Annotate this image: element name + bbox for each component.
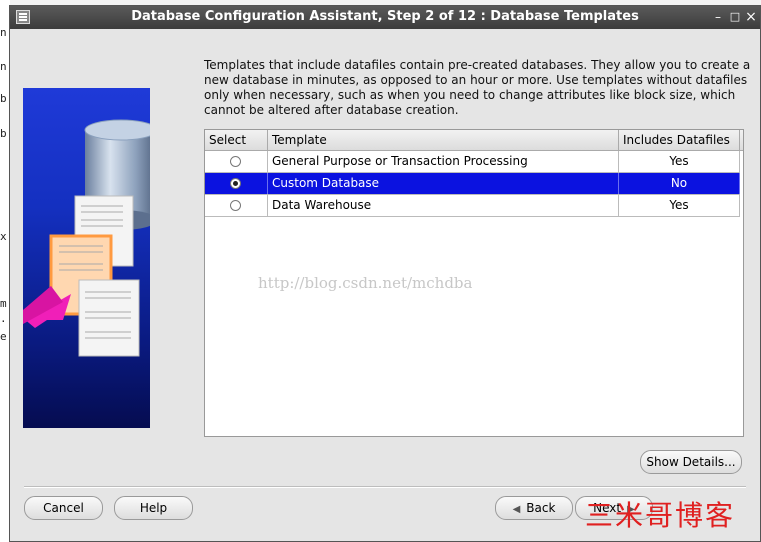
- description-line: Templates that include datafiles contain…: [204, 58, 751, 72]
- select-cell[interactable]: [205, 173, 268, 194]
- template-cell[interactable]: Data Warehouse: [268, 195, 619, 216]
- table-row[interactable]: Data Warehouse Yes: [205, 195, 740, 217]
- column-header-template[interactable]: Template: [268, 130, 619, 150]
- button-separator: [24, 486, 746, 488]
- back-button-label: Back: [526, 501, 556, 515]
- template-description: Templates that include datafiles contain…: [204, 58, 751, 118]
- terminal-char: .: [0, 312, 7, 325]
- minimize-button[interactable]: –: [710, 9, 726, 25]
- cancel-button[interactable]: Cancel: [24, 496, 103, 520]
- chevron-left-icon: ◀: [512, 504, 521, 515]
- description-line: new database in minutes, as opposed to a…: [204, 73, 748, 87]
- template-illustration: [23, 88, 150, 428]
- show-details-button[interactable]: Show Details...: [640, 450, 742, 474]
- table-header: Select Template Includes Datafiles: [205, 130, 743, 151]
- terminal-char: m: [0, 297, 7, 310]
- datafiles-cell[interactable]: Yes: [619, 195, 740, 216]
- dbca-window: Database Configuration Assistant, Step 2…: [9, 5, 761, 542]
- terminal-char: e: [0, 330, 7, 343]
- title-bar[interactable]: Database Configuration Assistant, Step 2…: [10, 6, 760, 29]
- terminal-char: b: [0, 92, 7, 105]
- column-header-select[interactable]: Select: [205, 130, 268, 150]
- datafiles-cell[interactable]: No: [619, 173, 740, 194]
- terminal-char: n: [0, 26, 7, 39]
- terminal-char: x: [0, 230, 7, 243]
- template-radio[interactable]: [230, 200, 241, 211]
- help-button[interactable]: Help: [114, 496, 193, 520]
- close-button[interactable]: ×: [743, 9, 759, 25]
- table-row[interactable]: General Purpose or Transaction Processin…: [205, 151, 740, 173]
- database-documents-icon: [23, 119, 150, 357]
- column-header-datafiles[interactable]: Includes Datafiles: [619, 130, 740, 150]
- template-radio-selected[interactable]: [230, 178, 241, 189]
- template-cell[interactable]: General Purpose or Transaction Processin…: [268, 151, 619, 172]
- select-cell[interactable]: [205, 151, 268, 172]
- terminal-char: b: [0, 127, 7, 140]
- blog-brand-text: 三米哥博客: [585, 499, 736, 532]
- table-row-selected[interactable]: Custom Database No: [205, 173, 740, 195]
- maximize-button[interactable]: □: [727, 9, 743, 25]
- description-line: only when necessary, such as when you ne…: [204, 88, 736, 102]
- select-cell[interactable]: [205, 195, 268, 216]
- back-button[interactable]: ◀ Back: [495, 496, 573, 520]
- template-radio[interactable]: [230, 156, 241, 167]
- terminal-char: n: [0, 60, 7, 73]
- window-title: Database Configuration Assistant, Step 2…: [131, 9, 639, 24]
- template-cell[interactable]: Custom Database: [268, 173, 619, 194]
- datafiles-cell[interactable]: Yes: [619, 151, 740, 172]
- description-line: cannot be altered after database creatio…: [204, 103, 459, 117]
- blog-watermark: http://blog.csdn.net/mchdba: [258, 274, 473, 292]
